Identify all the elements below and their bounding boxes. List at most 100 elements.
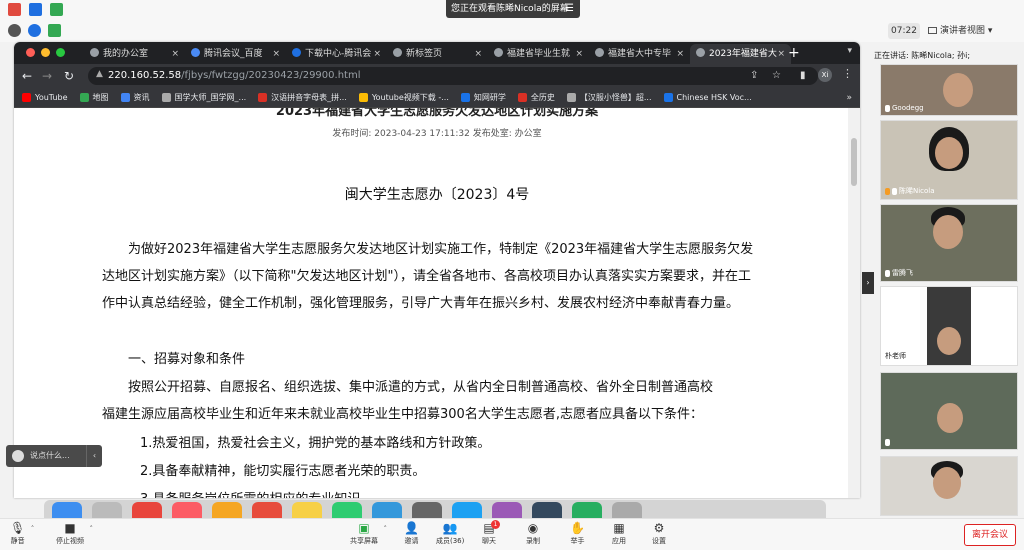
sidebar-icon[interactable]: ▮: [800, 68, 806, 84]
scrollbar-thumb[interactable]: [851, 138, 857, 186]
members-button[interactable]: 👥 成员(36): [436, 521, 464, 546]
bookmark-item[interactable]: 资讯: [120, 92, 150, 103]
browser-tab[interactable]: 我的办公室 ×: [84, 44, 185, 64]
participant-video[interactable]: 陈晞Nicola: [880, 120, 1018, 200]
lock-icon: ▲: [96, 69, 103, 79]
panel-toggle-chevron-icon[interactable]: ›: [862, 272, 874, 294]
close-tab-icon[interactable]: ×: [171, 44, 179, 64]
signal-strength-icon[interactable]: [50, 3, 63, 16]
network-icon[interactable]: [48, 24, 61, 37]
close-tab-icon[interactable]: ×: [575, 44, 583, 64]
browser-tab[interactable]: 新标签页 ×: [387, 44, 488, 64]
chevron-up-icon[interactable]: ˄: [90, 525, 94, 533]
participant-video[interactable]: [880, 456, 1018, 516]
bookmark-item[interactable]: 国学大师_国学网_...: [161, 92, 246, 103]
microphone-icon: 🎙: [10, 521, 26, 535]
leave-meeting-button[interactable]: 离开会议: [964, 524, 1016, 546]
wechat-icon[interactable]: [332, 502, 362, 518]
close-tab-icon[interactable]: ×: [272, 44, 280, 64]
browser-tab[interactable]: 下载中心-腾讯会 ×: [286, 44, 387, 64]
favicon-icon: [292, 48, 301, 57]
chevron-up-icon[interactable]: ˄: [384, 525, 388, 533]
minimize-window-icon[interactable]: [41, 48, 50, 57]
meeting-top-bar: 您正在观看陈晞Nicola的屏幕 ☰: [0, 0, 1024, 20]
share-screen-icon: ▣: [358, 521, 370, 535]
security-shield-icon[interactable]: [29, 3, 42, 16]
bookmarks-overflow-icon[interactable]: »: [846, 93, 852, 103]
bookmark-star-icon[interactable]: ☆: [772, 68, 781, 84]
reload-icon[interactable]: ↻: [64, 68, 74, 84]
close-tab-icon[interactable]: ×: [676, 44, 684, 64]
browser-tab[interactable]: 福建省大中专毕 ×: [589, 44, 690, 64]
apps-button[interactable]: ▦ 应用: [612, 521, 626, 546]
bookmark-item[interactable]: 全历史: [517, 92, 555, 103]
chat-input[interactable]: 说点什么... ‹: [6, 445, 102, 467]
share-banner[interactable]: 您正在观看陈晞Nicola的屏幕 ☰: [446, 0, 580, 18]
qq-icon[interactable]: [452, 502, 482, 518]
bookmark-item[interactable]: 汉语拼音字母表_拼...: [258, 92, 347, 103]
launchpad-icon[interactable]: [92, 502, 122, 518]
view-mode-button[interactable]: 演讲者视图 ▾: [928, 23, 1002, 39]
collapse-chevron-icon[interactable]: ‹: [86, 445, 102, 467]
new-tab-button[interactable]: +: [788, 44, 800, 62]
bookmark-item[interactable]: YouTube: [22, 93, 68, 102]
maximize-window-icon[interactable]: [56, 48, 65, 57]
notes-icon[interactable]: [292, 502, 322, 518]
tab-search-chevron-icon[interactable]: ▾: [847, 46, 852, 56]
forward-arrow-icon[interactable]: →: [42, 68, 52, 84]
chrome-icon[interactable]: [132, 502, 162, 518]
menu-icon[interactable]: ☰: [565, 0, 574, 18]
bookmark-item[interactable]: Youtube视频下载 -...: [358, 92, 449, 103]
browser-window: 我的办公室 × 腾讯会议_百度 × 下载中心-腾讯会 × 新标签页 × 福建省毕业生就 ×…: [14, 42, 860, 498]
participant-video[interactable]: 朴老师: [880, 286, 1018, 366]
chevron-up-icon[interactable]: ˄: [31, 525, 35, 533]
calendar-icon[interactable]: [252, 502, 282, 518]
scrollbar[interactable]: [848, 108, 860, 498]
close-tab-icon[interactable]: ×: [777, 44, 785, 64]
chat-bubble-icon: ▤ 1: [482, 520, 500, 536]
record-button[interactable]: ◉ 录制: [526, 521, 540, 546]
close-tab-icon[interactable]: ×: [474, 44, 482, 64]
more-menu-icon[interactable]: ⋮: [842, 67, 853, 80]
browser-tab-active[interactable]: 2023年福建省大 ×: [690, 44, 791, 64]
close-tab-icon[interactable]: ×: [373, 44, 381, 64]
app-icon[interactable]: [572, 502, 602, 518]
participant-video[interactable]: Goodegg: [880, 64, 1018, 116]
share-icon[interactable]: ⇪: [750, 68, 758, 84]
invite-button[interactable]: 👤 邀请: [404, 521, 419, 546]
back-arrow-icon[interactable]: ←: [22, 68, 32, 84]
bookmark-item[interactable]: Chinese HSK Voc...: [663, 93, 752, 102]
trash-icon[interactable]: [612, 502, 642, 518]
music-icon[interactable]: [172, 502, 202, 518]
emoji-icon[interactable]: [12, 450, 24, 462]
tencent-meeting-icon[interactable]: [372, 502, 402, 518]
stop-video-button[interactable]: ■ 停止视频 ˄: [56, 521, 93, 546]
chat-button[interactable]: ▤ 1 聊天: [482, 520, 500, 546]
meeting-toolbar: 🎙 静音 ˄ ■ 停止视频 ˄ ▣ 共享屏幕 ˄ 👤 邀请 👥 成员(36) ▤ 1 聊天 ◉ 录制 …: [0, 518, 1024, 550]
share-screen-button[interactable]: ▣ 共享屏幕 ˄: [350, 521, 387, 546]
app-icon[interactable]: [532, 502, 562, 518]
settings-button[interactable]: ⚙ 设置: [652, 521, 666, 546]
info-icon[interactable]: [8, 24, 21, 37]
raise-hand-button[interactable]: ✋ 举手: [570, 521, 585, 546]
profile-avatar[interactable]: Xi: [818, 68, 832, 82]
stop-record-icon[interactable]: [8, 3, 21, 16]
paragraph-line: 按照公开招募、自愿报名、组织选拔、集中派遣的方式，从省内全日制普通高校、省外全日…: [128, 380, 714, 395]
bookmark-item[interactable]: 地图: [79, 92, 109, 103]
bookmark-item[interactable]: 【汉服小怪兽】超...: [566, 92, 652, 103]
app-icon[interactable]: [492, 502, 522, 518]
participant-video[interactable]: 雷腾飞: [880, 204, 1018, 282]
browser-tab[interactable]: 福建省毕业生就 ×: [488, 44, 589, 64]
close-window-icon[interactable]: [26, 48, 35, 57]
url-input[interactable]: ▲ 220.160.52.58/fjbys/fwtzgg/20230423/29…: [88, 67, 818, 85]
shield-icon[interactable]: [28, 24, 41, 37]
photos-icon[interactable]: [212, 502, 242, 518]
bookmark-item[interactable]: 知网研学: [460, 92, 506, 103]
browser-tab[interactable]: 腾讯会议_百度 ×: [185, 44, 286, 64]
participant-video[interactable]: [880, 372, 1018, 450]
mute-button[interactable]: 🎙 静音 ˄: [10, 521, 34, 546]
finder-icon[interactable]: [52, 502, 82, 518]
settings-app-icon[interactable]: [412, 502, 442, 518]
invite-user-icon: 👤: [404, 521, 419, 535]
pinyin-icon: [258, 93, 268, 102]
